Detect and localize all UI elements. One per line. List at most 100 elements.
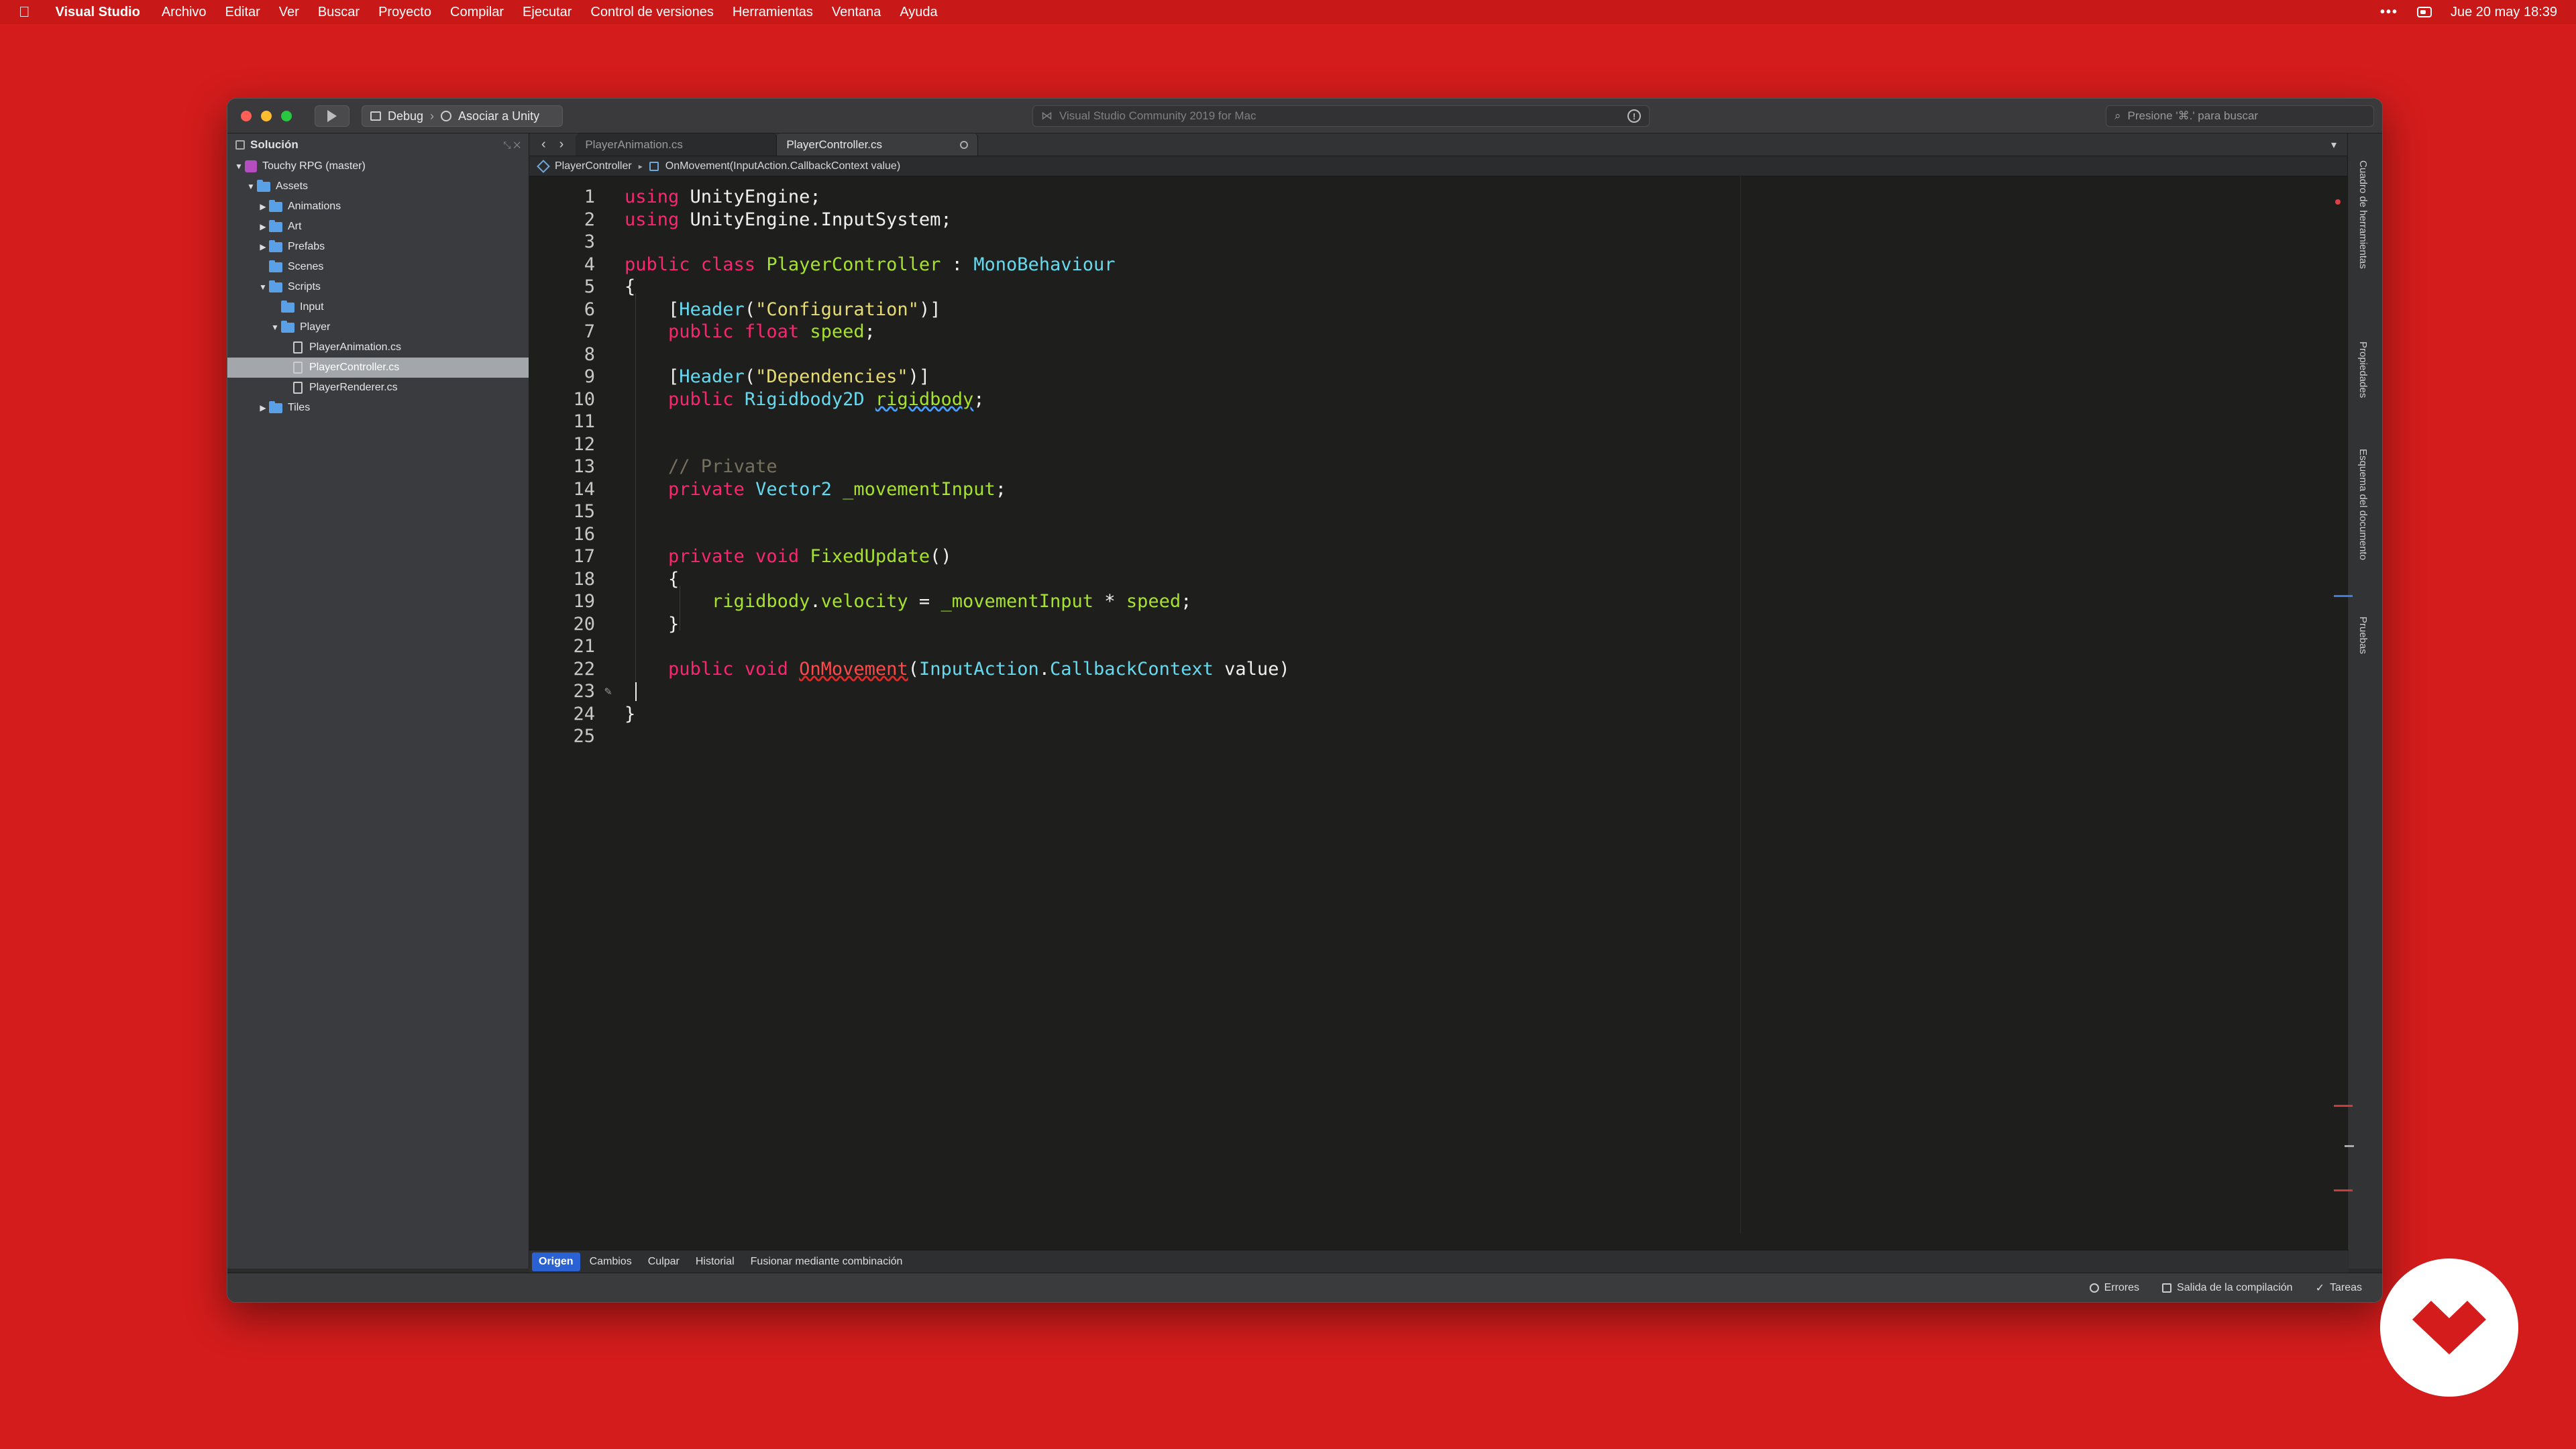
line-number[interactable]: 7 [529,321,604,342]
pad-document-outline[interactable]: Esquema del documento [2357,449,2369,560]
line-number[interactable]: 16 [529,524,604,545]
line-number[interactable]: 15 [529,501,604,522]
tree-folder-item[interactable]: Scenes [227,257,529,277]
line-number[interactable]: 6 [529,299,604,320]
tab-player-animation[interactable]: PlayerAnimation.cs [576,133,777,156]
line-number[interactable]: 11 [529,411,604,432]
line-number[interactable]: 19 [529,591,604,612]
vc-tab-culpar[interactable]: Culpar [641,1252,686,1271]
tree-file-item[interactable]: PlayerAnimation.cs [227,337,529,358]
global-search-input[interactable]: ⌕ Presione '⌘.' para buscar [2106,105,2374,127]
tree-folder-item[interactable]: Input [227,297,529,317]
line-number[interactable]: 13 [529,456,604,477]
line-number[interactable]: 4 [529,254,604,275]
tree-folder-item[interactable]: ▼ Scripts [227,277,529,297]
expand-right-icon[interactable]: ▶ [257,403,269,413]
tree-folder-item[interactable]: ▶ Prefabs [227,237,529,257]
tree-folder-item[interactable]: ▼ Assets [227,176,529,197]
menu-ventana[interactable]: Ventana [832,5,881,20]
menu-editar[interactable]: Editar [225,5,260,20]
expand-down-icon[interactable]: ▼ [245,182,257,191]
control-center-icon[interactable] [2417,7,2432,17]
class-icon [537,159,550,173]
line-number[interactable]: 24 [529,704,604,724]
line-number[interactable]: 20 [529,614,604,635]
line-number[interactable]: 9 [529,366,604,387]
expand-right-icon[interactable]: ▶ [257,242,269,252]
code-token: UnityEngine; [679,186,821,207]
menu-app-name[interactable]: Visual Studio [56,5,140,20]
expand-right-icon[interactable]: ▶ [257,222,269,231]
nav-forward-icon[interactable]: › [559,137,564,152]
pad-properties[interactable]: Propiedades [2357,341,2369,398]
errors-button[interactable]: Errores [2089,1282,2139,1294]
tree-file-item[interactable]: PlayerRenderer.cs [227,378,529,398]
tree-folder-item[interactable]: ▼ Touchy RPG (master) [227,156,529,176]
menu-proyecto[interactable]: Proyecto [378,5,431,20]
menu-compilar[interactable]: Compilar [450,5,504,20]
line-number[interactable]: 14 [529,479,604,500]
line-number[interactable]: 23 [529,681,604,702]
vc-tab-cambios[interactable]: Cambios [583,1252,639,1271]
line-number[interactable]: 17 [529,546,604,567]
code-token: FixedUpdate [810,546,930,567]
code-line: 17 private void FixedUpdate() [529,545,2349,568]
line-number[interactable]: 18 [529,569,604,590]
menu-herramientas[interactable]: Herramientas [733,5,813,20]
line-number[interactable]: 5 [529,276,604,297]
apple-icon[interactable]:  [19,3,30,21]
code-token: using [625,209,680,230]
close-tab-icon[interactable] [960,140,969,149]
code-text-area[interactable]: 1 using UnityEngine; 2 using UnityEngine.In… [529,176,2349,1234]
menu-ver[interactable]: Ver [279,5,299,20]
tab-player-controller[interactable]: PlayerController.cs [777,133,979,156]
menu-archivo[interactable]: Archivo [162,5,207,20]
line-number[interactable]: 8 [529,344,604,365]
vc-tab-fusionar[interactable]: Fusionar mediante combinación [744,1252,910,1271]
tree-folder-item[interactable]: ▶ Art [227,217,529,237]
tree-folder-item[interactable]: ▶ Animations [227,197,529,217]
line-number[interactable]: 2 [529,209,604,230]
breadcrumb-class[interactable]: PlayerController [555,160,632,172]
more-menu-icon[interactable]: ••• [2380,5,2398,20]
menu-clock[interactable]: Jue 20 may 18:39 [2451,5,2557,20]
nav-back-icon[interactable]: ‹ [541,137,546,152]
breadcrumb-method[interactable]: OnMovement(InputAction.CallbackContext v… [665,160,900,172]
expand-right-icon[interactable]: ▶ [257,202,269,211]
run-button[interactable] [315,105,350,127]
menu-buscar[interactable]: Buscar [318,5,360,20]
tab-overflow-icon[interactable]: ▾ [2331,133,2349,156]
build-output-button[interactable]: Salida de la compilación [2162,1282,2293,1294]
vc-tab-historial[interactable]: Historial [689,1252,741,1271]
line-number[interactable]: 21 [529,636,604,657]
menu-control-versiones[interactable]: Control de versiones [590,5,713,20]
line-number[interactable]: 1 [529,186,604,207]
minimize-window-button[interactable] [261,111,272,121]
pad-actions-icon[interactable]: ⤡ ✕ [503,140,521,151]
pad-tests[interactable]: Pruebas [2357,616,2369,654]
line-number[interactable]: 22 [529,659,604,680]
tree-file-item[interactable]: PlayerController.cs [227,358,529,378]
code-token: speed [1126,591,1181,612]
line-number[interactable]: 25 [529,726,604,747]
line-number[interactable]: 12 [529,434,604,455]
info-icon[interactable]: ! [1627,109,1641,123]
menu-ayuda[interactable]: Ayuda [900,5,937,20]
code-text: { [625,569,679,590]
close-window-button[interactable] [241,111,252,121]
pad-toolbox[interactable]: Cuadro de herramientas [2357,160,2369,269]
tree-folder-item[interactable]: ▼ Player [227,317,529,337]
line-number[interactable]: 10 [529,389,604,410]
expand-down-icon[interactable]: ▼ [269,323,281,332]
code-token: _movementInput [843,478,996,500]
error-indicator-icon[interactable] [2335,199,2341,205]
line-number[interactable]: 3 [529,231,604,252]
expand-down-icon[interactable]: ▼ [257,282,269,292]
tree-folder-item[interactable]: ▶ Tiles [227,398,529,418]
expand-down-icon[interactable]: ▼ [233,162,245,171]
vc-tab-origen[interactable]: Origen [532,1252,580,1271]
zoom-window-button[interactable] [281,111,292,121]
tasks-button[interactable]: ✓ Tareas [2316,1281,2362,1295]
menu-ejecutar[interactable]: Ejecutar [523,5,572,20]
run-configuration-selector[interactable]: Debug › Asociar a Unity [362,105,563,127]
